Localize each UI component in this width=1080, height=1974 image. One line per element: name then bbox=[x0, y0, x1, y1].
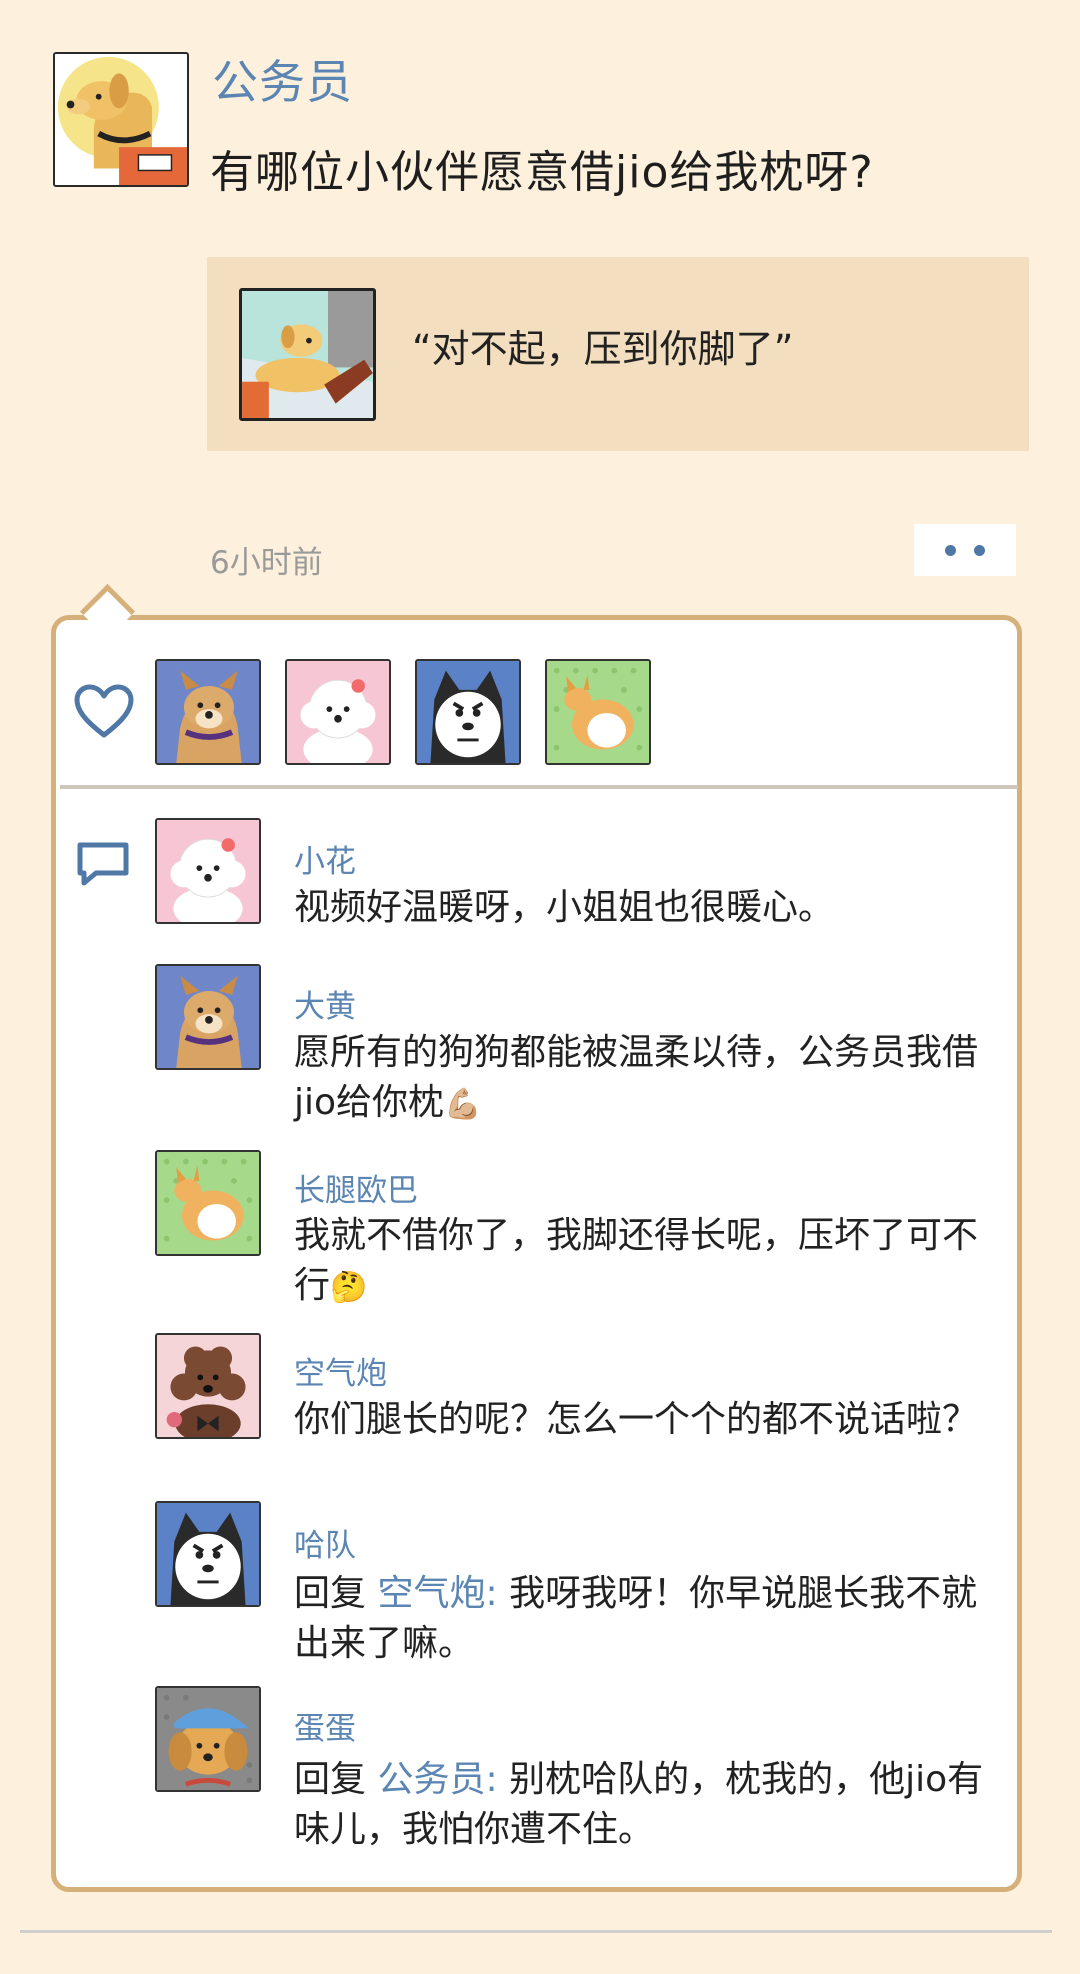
golden-retriever-cap-avatar-icon bbox=[157, 1688, 259, 1790]
like-avatar[interactable] bbox=[155, 659, 261, 765]
shared-content-quote: “对不起，压到你脚了” bbox=[412, 327, 794, 371]
heart-outline-icon[interactable] bbox=[73, 683, 135, 739]
comment-avatar[interactable] bbox=[155, 964, 261, 1070]
comment-avatar[interactable] bbox=[155, 818, 261, 924]
more-options-button[interactable] bbox=[914, 524, 1016, 576]
like-avatar[interactable] bbox=[545, 659, 651, 765]
post-timestamp: 6小时前 bbox=[210, 545, 323, 581]
comment-text: 视频好温暖呀，小姐姐也很暖心。 bbox=[294, 887, 835, 928]
comment-text: 回复 公务员: 别枕哈队的，枕我的，他jio有味儿，我怕你遭不住。 bbox=[294, 1759, 984, 1850]
corgi-avatar-icon bbox=[547, 661, 649, 763]
comment-text: 回复 空气炮: 我呀我呀！你早说腿长我不就出来了嘛。 bbox=[294, 1573, 978, 1664]
comment-author-name[interactable]: 小花 bbox=[294, 836, 356, 881]
comment-text: 愿所有的狗狗都能被温柔以待，公务员我借jio给你枕💪🏼 bbox=[294, 1032, 979, 1123]
comment-author-name[interactable]: 哈队 bbox=[294, 1520, 356, 1565]
husky-avatar-icon bbox=[417, 661, 519, 763]
like-avatar[interactable] bbox=[415, 659, 521, 765]
comment-author-name[interactable]: 蛋蛋 bbox=[294, 1703, 356, 1748]
comment-author-name[interactable]: 大黄 bbox=[294, 981, 356, 1026]
comment-author-name[interactable]: 空气炮 bbox=[294, 1348, 387, 1393]
more-dot-icon bbox=[974, 545, 985, 556]
dog-sleeping-on-foot-thumbnail bbox=[242, 291, 373, 418]
comment-avatar[interactable] bbox=[155, 1501, 261, 1607]
comment-text: 我就不借你了，我脚还得长呢，压坏了可不行🤔 bbox=[294, 1215, 979, 1306]
reply-label: 回复 bbox=[294, 1573, 367, 1614]
reply-target-name[interactable]: 空气炮: bbox=[377, 1573, 497, 1614]
bottom-divider bbox=[20, 1930, 1052, 1933]
more-dot-icon bbox=[945, 545, 956, 556]
husky-avatar-icon bbox=[157, 1503, 259, 1605]
reply-label: 回复 bbox=[294, 1759, 367, 1800]
comment-avatar[interactable] bbox=[155, 1686, 261, 1792]
like-avatar[interactable] bbox=[285, 659, 391, 765]
post-text: 有哪位小伙伴愿意借jio给我枕呀? bbox=[210, 147, 874, 198]
thinking-face-emoji: 🤔 bbox=[330, 1270, 368, 1305]
white-poodle-avatar-icon bbox=[287, 661, 389, 763]
speech-bubble-icon[interactable] bbox=[74, 839, 132, 889]
post-author-avatar[interactable] bbox=[53, 52, 189, 187]
shiba-dog-avatar-icon bbox=[157, 661, 259, 763]
comment-author-name[interactable]: 长腿欧巴 bbox=[294, 1165, 418, 1210]
brown-poodle-avatar-icon bbox=[157, 1335, 259, 1437]
flexed-biceps-emoji: 💪🏼 bbox=[444, 1087, 482, 1122]
comment-avatar[interactable] bbox=[155, 1333, 261, 1439]
shared-video-thumbnail[interactable] bbox=[239, 288, 376, 421]
white-poodle-avatar-icon bbox=[157, 820, 259, 922]
comment-avatar[interactable] bbox=[155, 1150, 261, 1256]
reply-target-name[interactable]: 公务员: bbox=[377, 1759, 497, 1800]
likes-divider bbox=[60, 785, 1018, 789]
guide-dog-avatar-icon bbox=[55, 54, 187, 185]
corgi-avatar-icon bbox=[157, 1152, 259, 1254]
comment-text: 你们腿长的呢？怎么一个个的都不说话啦？ bbox=[294, 1399, 979, 1440]
post-author-name[interactable]: 公务员 bbox=[212, 46, 353, 112]
shiba-dog-avatar-icon bbox=[157, 966, 259, 1068]
